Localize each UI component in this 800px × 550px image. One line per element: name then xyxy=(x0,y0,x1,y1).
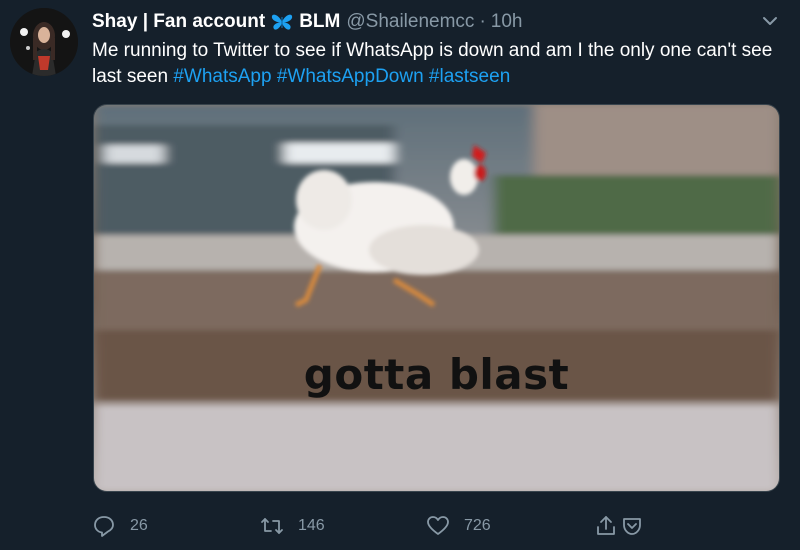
tweet-actions: 26 146 726 xyxy=(92,512,692,542)
retweet-button[interactable]: 146 xyxy=(260,512,325,540)
hashtag-lastseen[interactable]: #lastseen xyxy=(429,66,510,87)
display-name[interactable]: Shay | Fan account xyxy=(92,11,265,33)
hashtag-whatsapp[interactable]: #WhatsApp xyxy=(173,66,271,87)
avatar-image xyxy=(10,8,78,76)
meme-caption: gotta blast xyxy=(303,350,570,399)
share-icon xyxy=(597,516,615,535)
reply-count: 26 xyxy=(130,517,148,534)
blm-text: BLM xyxy=(299,11,341,32)
butterfly-icon xyxy=(271,13,293,31)
reply-button[interactable]: 26 xyxy=(92,512,148,540)
retweet-icon xyxy=(261,518,283,534)
pocket-icon xyxy=(623,518,641,535)
chevron-down-icon[interactable] xyxy=(762,14,778,26)
tweet-text: Me running to Twitter to see if WhatsApp… xyxy=(92,38,782,90)
separator-dot: · xyxy=(479,11,486,32)
hashtag-whatsappdown[interactable]: #WhatsAppDown xyxy=(277,66,424,87)
timestamp[interactable]: 10h xyxy=(491,11,523,33)
meme-image xyxy=(94,105,779,491)
avatar[interactable] xyxy=(10,8,78,76)
heart-icon xyxy=(427,516,449,535)
like-count: 726 xyxy=(464,517,491,534)
tweet-media[interactable]: gotta blast xyxy=(93,104,780,492)
tweet-header: Shay | Fan account BLM @Shailenemcc · 10… xyxy=(92,10,760,34)
retweet-count: 146 xyxy=(298,517,325,534)
like-button[interactable]: 726 xyxy=(426,512,491,540)
reply-icon xyxy=(94,516,114,537)
share-button[interactable] xyxy=(594,512,658,540)
user-handle[interactable]: @Shailenemcc xyxy=(346,11,474,33)
